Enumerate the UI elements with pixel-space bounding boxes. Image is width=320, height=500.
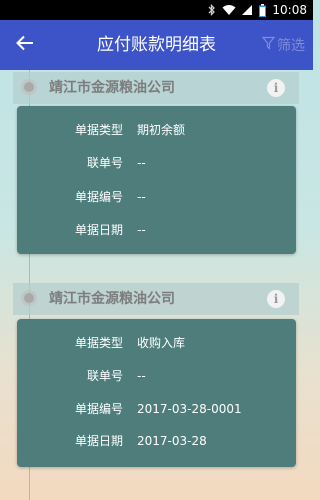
arrow-left-icon <box>16 35 34 55</box>
company-name: 靖江市金源粮油公司 <box>49 80 175 96</box>
signal-icon <box>242 4 253 16</box>
field-label: 单据类型 <box>74 336 123 350</box>
battery-icon <box>259 3 267 17</box>
wifi-icon <box>222 4 236 16</box>
record-card[interactable]: 单据类型 收购入库 联单号 -- 单据编号 2017-03-28-0001 单据… <box>17 319 296 467</box>
field-value: -- <box>137 369 146 383</box>
field-value: 收购入库 <box>137 336 186 350</box>
status-bar: 10:08 <box>0 0 313 20</box>
card-row: 单据类型 收购入库 <box>17 333 296 353</box>
field-label: 单据日期 <box>74 223 123 237</box>
card-row: 单据日期 2017-03-28 <box>17 431 296 451</box>
field-value: 2017-03-28-0001 <box>137 402 242 416</box>
back-button[interactable] <box>10 31 40 59</box>
info-icon[interactable]: i <box>267 290 285 308</box>
info-icon[interactable]: i <box>267 79 285 97</box>
group-header[interactable]: 靖江市金源粮油公司 i <box>13 283 299 315</box>
field-value: -- <box>137 190 146 204</box>
field-value: 2017-03-28 <box>137 434 207 448</box>
field-label: 单据编号 <box>74 402 123 416</box>
card-row: 联单号 -- <box>17 366 296 386</box>
field-label: 单据类型 <box>74 123 123 137</box>
card-row: 单据日期 -- <box>17 220 296 240</box>
group-header[interactable]: 靖江市金源粮油公司 i <box>13 72 299 104</box>
field-value: -- <box>137 223 146 237</box>
field-label: 联单号 <box>86 156 123 170</box>
app-bar: 应付账款明细表 筛选 <box>0 20 313 70</box>
filter-label: 筛选 <box>277 38 305 54</box>
card-row: 单据编号 2017-03-28-0001 <box>17 399 296 419</box>
field-value: 期初余额 <box>137 123 186 137</box>
funnel-icon <box>261 36 276 54</box>
bluetooth-icon <box>207 4 216 16</box>
card-row: 联单号 -- <box>17 153 296 173</box>
record-card[interactable]: 单据类型 期初余额 联单号 -- 单据编号 -- 单据日期 -- <box>17 106 296 254</box>
field-label: 联单号 <box>86 369 123 383</box>
timeline-dot-icon <box>24 293 34 303</box>
status-time: 10:08 <box>272 3 307 17</box>
filter-button[interactable]: 筛选 <box>261 33 305 57</box>
card-row: 单据编号 -- <box>17 187 296 207</box>
company-name: 靖江市金源粮油公司 <box>49 291 175 307</box>
field-value: -- <box>137 156 146 170</box>
card-row: 单据类型 期初余额 <box>17 120 296 140</box>
field-label: 单据日期 <box>74 434 123 448</box>
timeline-dot-icon <box>24 82 34 92</box>
field-label: 单据编号 <box>74 190 123 204</box>
